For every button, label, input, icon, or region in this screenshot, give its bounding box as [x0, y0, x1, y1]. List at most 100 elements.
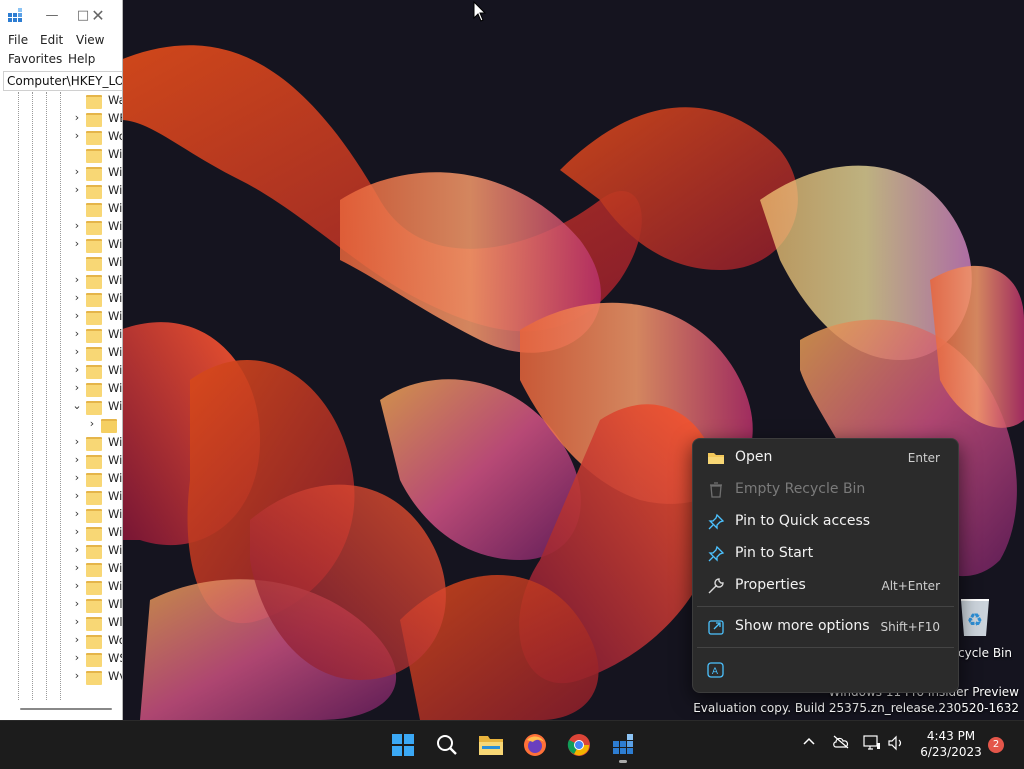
chevron-right-icon[interactable]: ›	[72, 111, 82, 125]
text-recognition-icon[interactable]: A	[707, 661, 725, 679]
chevron-right-icon[interactable]: ›	[72, 435, 82, 449]
file-explorer-button[interactable]	[477, 731, 505, 759]
menu-pin-start[interactable]: Pin to Start	[697, 539, 954, 569]
tree-row-label: Wi	[108, 399, 122, 413]
chevron-right-icon[interactable]: ›	[72, 237, 82, 251]
chevron-right-icon[interactable]: ›	[72, 597, 82, 611]
chevron-right-icon[interactable]: ›	[72, 327, 82, 341]
notification-badge[interactable]: 2	[988, 737, 1004, 753]
chevron-right-icon[interactable]: ›	[72, 579, 82, 593]
tree-row-label: Wi	[108, 525, 122, 539]
tree-row[interactable]: Wi	[0, 254, 122, 272]
tree-row[interactable]: › Wi	[0, 578, 122, 596]
tree-row[interactable]: › Wi	[0, 524, 122, 542]
tree-row[interactable]: › Wi	[0, 164, 122, 182]
tree-row[interactable]: › Wi	[0, 452, 122, 470]
chevron-right-icon[interactable]: ›	[72, 309, 82, 323]
chevron-right-icon[interactable]: ›	[72, 507, 82, 521]
volume-button[interactable]	[886, 735, 906, 755]
chevron-right-icon[interactable]: ›	[72, 183, 82, 197]
menu-show-more-options[interactable]: Show more options Shift+F10	[697, 612, 954, 642]
network-button[interactable]	[862, 735, 882, 755]
onedrive-button[interactable]	[831, 735, 851, 755]
tree-row[interactable]: › Wi	[0, 380, 122, 398]
chrome-button[interactable]	[565, 731, 593, 759]
tree-row[interactable]: › Wl	[0, 596, 122, 614]
tree-row[interactable]: › Wl	[0, 614, 122, 632]
tree-row[interactable]: › Wi	[0, 272, 122, 290]
chevron-right-icon[interactable]: ›	[72, 543, 82, 557]
menu-empty-recycle-bin[interactable]: Empty Recycle Bin	[697, 475, 954, 505]
tree-row[interactable]: › Wi	[0, 290, 122, 308]
tree-row[interactable]: › Wi	[0, 488, 122, 506]
menu-help[interactable]: Help	[68, 52, 95, 66]
tree-row[interactable]: › Wo	[0, 632, 122, 650]
chevron-right-icon[interactable]: ›	[72, 129, 82, 143]
tree-row[interactable]: › Wo	[0, 128, 122, 146]
tree-row[interactable]: › Wi	[0, 470, 122, 488]
tree-row[interactable]: Wi	[0, 200, 122, 218]
clock[interactable]: 4:43 PM 6/23/2023	[916, 728, 986, 760]
tree-row[interactable]: › WS	[0, 650, 122, 668]
recycle-bin-label[interactable]: cycle Bin	[958, 646, 1012, 660]
tree-row[interactable]: › Wv	[0, 668, 122, 686]
chevron-right-icon[interactable]: ›	[72, 165, 82, 179]
firefox-button[interactable]	[521, 731, 549, 759]
menu-show-more-options-label: Show more options	[735, 618, 870, 634]
tree-row[interactable]: › Wi	[0, 506, 122, 524]
close-button[interactable]: ✕	[86, 4, 110, 26]
chevron-right-icon[interactable]: ›	[72, 345, 82, 359]
chevron-down-icon[interactable]: ⌄	[72, 399, 82, 413]
menu-file[interactable]: File	[8, 33, 28, 47]
tree-row[interactable]: › WE	[0, 110, 122, 128]
tree-row[interactable]: › Wi	[0, 560, 122, 578]
chevron-right-icon[interactable]: ›	[72, 453, 82, 467]
folder-icon	[86, 473, 102, 487]
tree-row[interactable]: › Wi	[0, 434, 122, 452]
chevron-right-icon[interactable]: ›	[72, 669, 82, 683]
registry-editor-window[interactable]: — □ ✕ File Edit View Favorites Help Comp…	[0, 0, 123, 720]
chevron-right-icon[interactable]: ›	[72, 525, 82, 539]
tree-row[interactable]: › Wi	[0, 308, 122, 326]
registry-tree[interactable]: Wa › WE › Wo Wi › Wi › Wi Wi › Wi › Wi Wi › Wi › Wi › Wi › Wi › W…	[0, 92, 122, 702]
tree-row[interactable]: › Wi	[0, 182, 122, 200]
tree-row[interactable]: ⌄ Wi	[0, 398, 122, 416]
chevron-right-icon[interactable]: ›	[72, 471, 82, 485]
chevron-right-icon[interactable]: ›	[72, 363, 82, 377]
show-hidden-icons-button[interactable]	[799, 735, 819, 755]
chevron-right-icon[interactable]: ›	[72, 615, 82, 629]
menu-open[interactable]: Open Enter	[697, 443, 954, 473]
chevron-right-icon[interactable]: ›	[72, 273, 82, 287]
horizontal-scrollbar[interactable]	[0, 702, 122, 718]
tree-row[interactable]: › Wi	[0, 218, 122, 236]
menu-favorites[interactable]: Favorites	[8, 52, 62, 66]
menu-view[interactable]: View	[76, 33, 104, 47]
chevron-right-icon[interactable]: ›	[72, 561, 82, 575]
tree-row[interactable]: › Wi	[0, 326, 122, 344]
chevron-right-icon[interactable]: ›	[72, 291, 82, 305]
title-bar[interactable]: — □ ✕	[0, 0, 122, 32]
menu-pin-quick-access[interactable]: Pin to Quick access	[697, 507, 954, 537]
folder-icon	[86, 653, 102, 667]
menu-edit[interactable]: Edit	[40, 33, 63, 47]
tree-row[interactable]: › Wi	[0, 542, 122, 560]
chevron-right-icon[interactable]: ›	[72, 219, 82, 233]
address-bar[interactable]: Computer\HKEY_LOC	[3, 71, 122, 91]
tree-row[interactable]: › Wi	[0, 236, 122, 254]
chevron-right-icon[interactable]: ›	[72, 651, 82, 665]
chevron-right-icon[interactable]: ›	[72, 633, 82, 647]
registry-editor-taskbar-button[interactable]	[609, 731, 637, 759]
tree-row[interactable]: › Wi	[0, 362, 122, 380]
tree-row[interactable]: Wi	[0, 146, 122, 164]
menu-properties[interactable]: Properties Alt+Enter	[697, 571, 954, 601]
tree-row[interactable]: › Wi	[0, 344, 122, 362]
minimize-button[interactable]: —	[40, 4, 64, 26]
tree-row[interactable]: Wa	[0, 92, 122, 110]
chevron-right-icon[interactable]: ›	[87, 417, 97, 431]
tree-row[interactable]: ›	[0, 416, 122, 434]
scrollbar-thumb[interactable]	[20, 708, 112, 710]
chevron-right-icon[interactable]: ›	[72, 381, 82, 395]
search-button[interactable]	[433, 731, 461, 759]
start-button[interactable]	[389, 731, 417, 759]
chevron-right-icon[interactable]: ›	[72, 489, 82, 503]
